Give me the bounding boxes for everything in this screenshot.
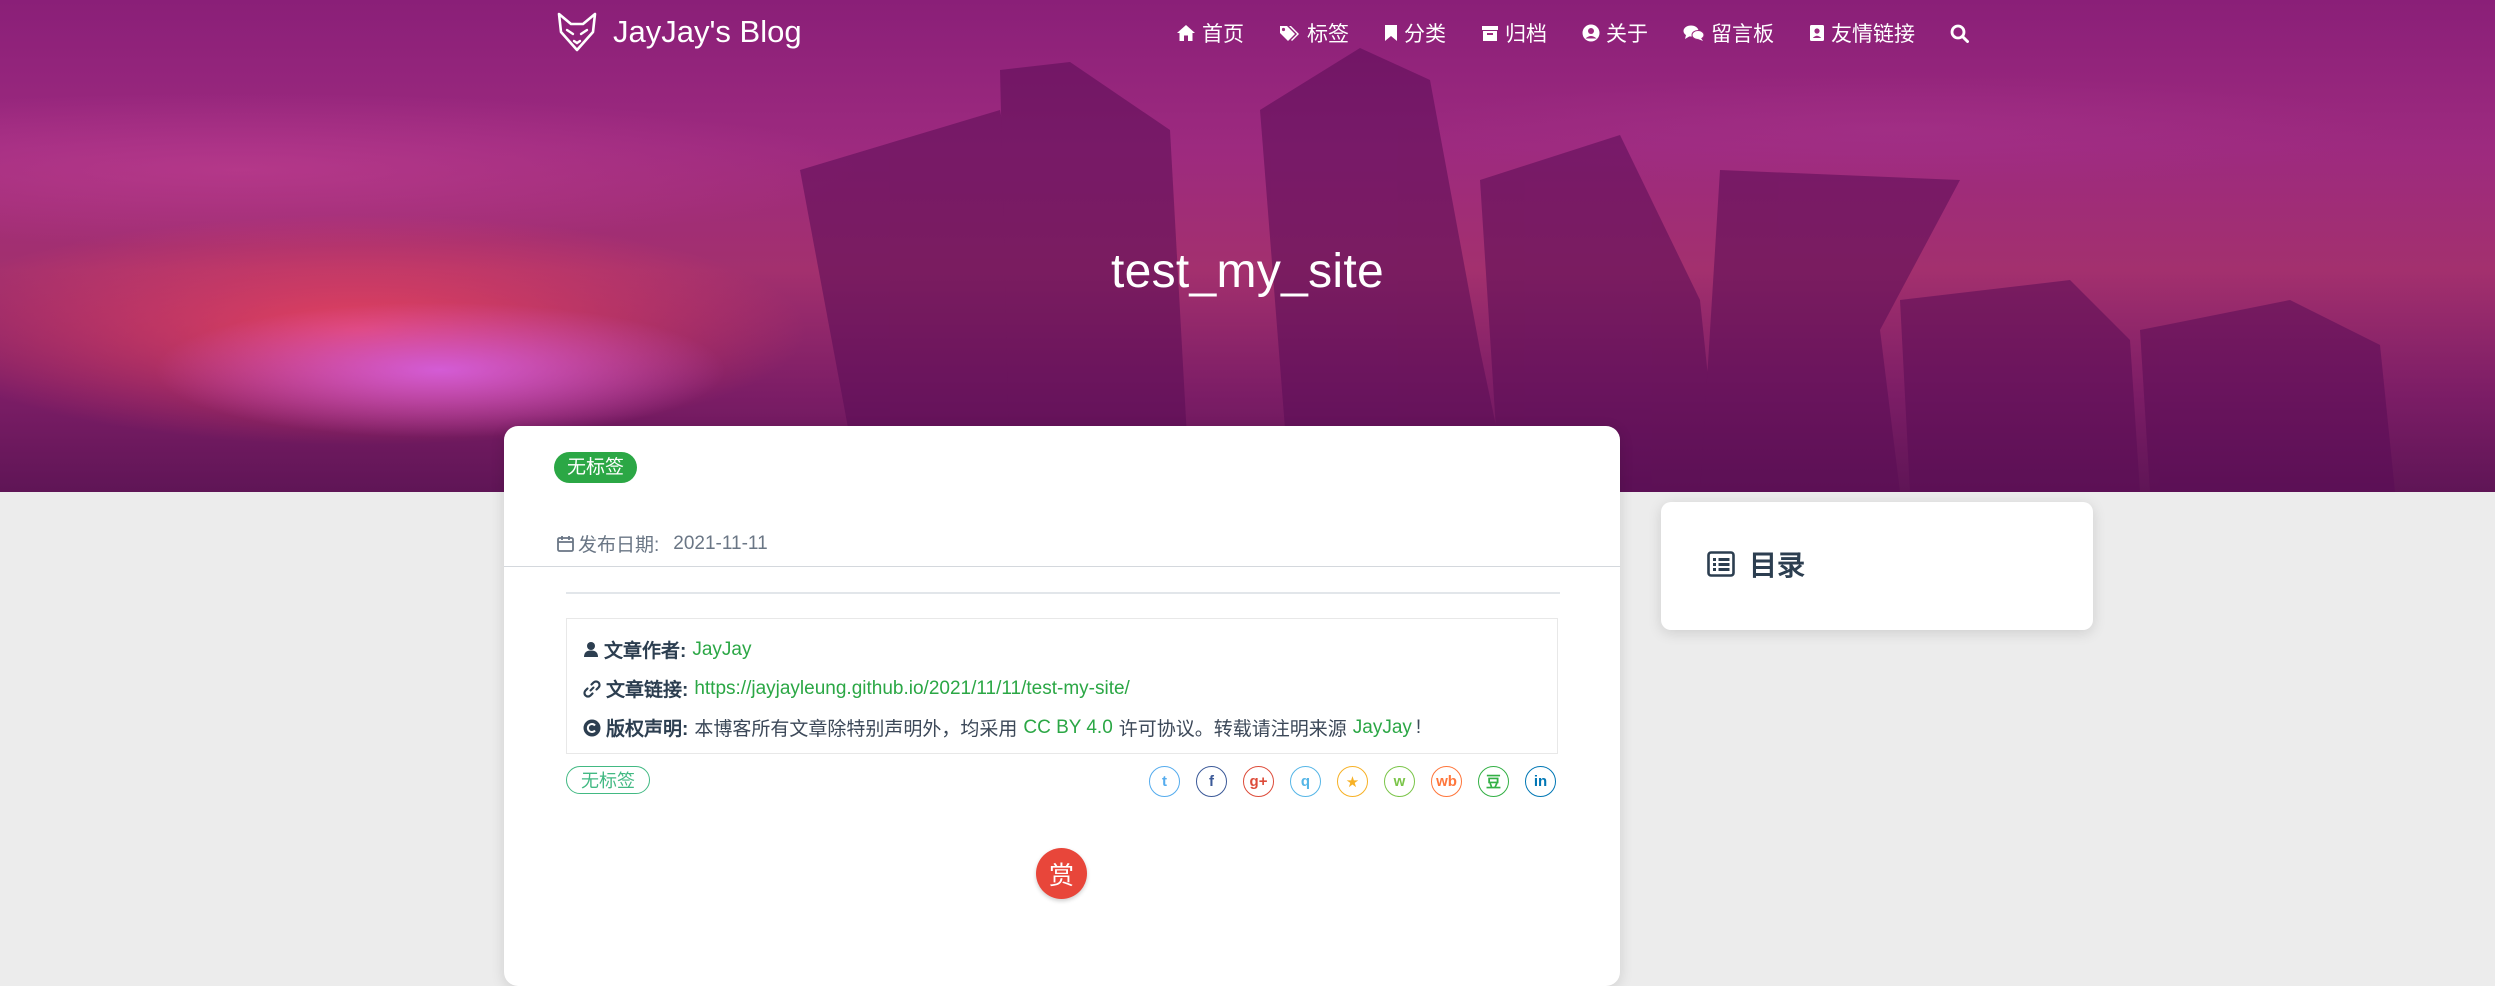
douban-icon: 豆: [1485, 774, 1501, 791]
user-circle-icon: [1582, 24, 1600, 42]
archive-icon: [1482, 26, 1498, 41]
google-plus-icon: g+: [1249, 773, 1268, 790]
toc-title: 目录: [1749, 550, 1806, 581]
license-line: 版权声明: 本博客所有文章除特别声明外，均采用 CC BY 4.0 许可协议。转…: [583, 714, 1421, 741]
comments-icon: [1683, 25, 1705, 41]
share-bar: t f g+ q ★ w wb 豆 in: [1149, 766, 1572, 797]
facebook-icon: f: [1209, 773, 1214, 790]
license-text-end: !: [1415, 716, 1422, 738]
bookmark-icon: [1385, 25, 1397, 41]
nav-menu: 首页 标签 分类 归档 关于 留言板 友情链接: [1176, 18, 1969, 48]
license-text-middle: 许可协议。转载请注明来源: [1118, 719, 1347, 740]
page-title: test_my_site: [1110, 245, 1385, 299]
license-text-prefix: 本博客所有文章除特别声明外，均采用: [694, 719, 1018, 740]
license-source-link[interactable]: JayJay: [1353, 717, 1412, 739]
post-permalink[interactable]: https://jayjayleung.github.io/2021/11/11…: [694, 678, 1130, 700]
license-link[interactable]: CC BY 4.0: [1023, 717, 1112, 739]
publish-date-row: 发布日期: 2021-11-11: [557, 530, 768, 557]
nav-item-archives[interactable]: 归档: [1481, 18, 1547, 48]
search-icon: [1950, 24, 1969, 43]
share-facebook-button[interactable]: f: [1196, 766, 1227, 797]
nav-item-about[interactable]: 关于: [1582, 18, 1648, 48]
list-alt-icon: [1707, 551, 1735, 577]
user-icon: [584, 642, 598, 657]
toc-card: 目录: [1661, 502, 2093, 630]
top-navbar: JayJay's Blog 首页 标签 分类 归档 关于 留言板 友情链接: [0, 0, 2495, 70]
share-twitter-button[interactable]: t: [1149, 766, 1180, 797]
nav-item-label: 归档: [1505, 23, 1547, 46]
nav-item-label: 标签: [1307, 23, 1349, 46]
publish-date: 2021-11-11: [673, 532, 768, 554]
author-line: 文章作者: JayJay: [583, 636, 751, 663]
tags-icon: [1280, 26, 1299, 41]
search-button[interactable]: [1950, 24, 1969, 43]
nav-item-guestbook[interactable]: 留言板: [1683, 18, 1774, 48]
post-link-line: 文章链接: https://jayjayleung.github.io/2021…: [583, 675, 1130, 702]
share-wechat-button[interactable]: w: [1384, 766, 1415, 797]
nav-item-label: 留言板: [1711, 23, 1774, 46]
wechat-icon: w: [1393, 773, 1406, 790]
hero-banner: JayJay's Blog 首页 标签 分类 归档 关于 留言板 友情链接 te…: [0, 0, 2495, 492]
nav-item-tags[interactable]: 标签: [1279, 18, 1349, 48]
calendar-icon: [557, 536, 574, 552]
link-icon: [583, 679, 601, 698]
share-linkedin-button[interactable]: in: [1525, 766, 1556, 797]
share-qq-button[interactable]: q: [1290, 766, 1321, 797]
author-label: 文章作者:: [604, 641, 687, 662]
tag-badge[interactable]: 无标签: [554, 452, 638, 483]
post-tag-chip[interactable]: 无标签: [566, 766, 650, 794]
share-douban-button[interactable]: 豆: [1478, 766, 1509, 797]
share-qzone-button[interactable]: ★: [1337, 766, 1368, 797]
brand-link[interactable]: JayJay's Blog: [555, 10, 802, 54]
address-book-icon: [1810, 25, 1824, 41]
publish-date-label: 发布日期:: [578, 535, 660, 556]
brand-title: JayJay's Blog: [613, 14, 802, 49]
post-card: 无标签 发布日期: 2021-11-11 文章作者: JayJay 文章链接: …: [504, 426, 1620, 986]
nav-item-categories[interactable]: 分类: [1384, 18, 1446, 48]
nav-item-friend-links[interactable]: 友情链接: [1809, 18, 1915, 48]
nav-item-label: 友情链接: [1831, 23, 1915, 46]
copyright-box: 文章作者: JayJay 文章链接: https://jayjayleung.g…: [566, 618, 1558, 754]
license-label: 版权声明:: [606, 719, 689, 740]
share-weibo-button[interactable]: wb: [1431, 766, 1462, 797]
nav-item-label: 关于: [1606, 23, 1648, 46]
linkedin-icon: in: [1533, 773, 1548, 790]
author-link[interactable]: JayJay: [692, 639, 751, 661]
header-divider: [504, 566, 1620, 567]
twitter-icon: t: [1162, 773, 1167, 790]
nav-item-label: 首页: [1202, 23, 1244, 46]
toc-header: 目录: [1707, 544, 1805, 584]
post-link-label: 文章链接:: [606, 680, 689, 701]
nav-item-label: 分类: [1404, 23, 1446, 46]
qzone-star-icon: ★: [1345, 773, 1360, 791]
content-rule: [566, 592, 1560, 594]
copyright-icon: [583, 719, 601, 736]
weibo-icon: wb: [1436, 773, 1457, 790]
reward-button[interactable]: 赏: [1036, 848, 1087, 899]
share-google-plus-button[interactable]: g+: [1243, 766, 1274, 797]
nav-item-home[interactable]: 首页: [1176, 18, 1244, 48]
qq-icon: q: [1300, 773, 1311, 790]
home-icon: [1177, 25, 1195, 41]
fox-logo-icon: [557, 12, 597, 52]
